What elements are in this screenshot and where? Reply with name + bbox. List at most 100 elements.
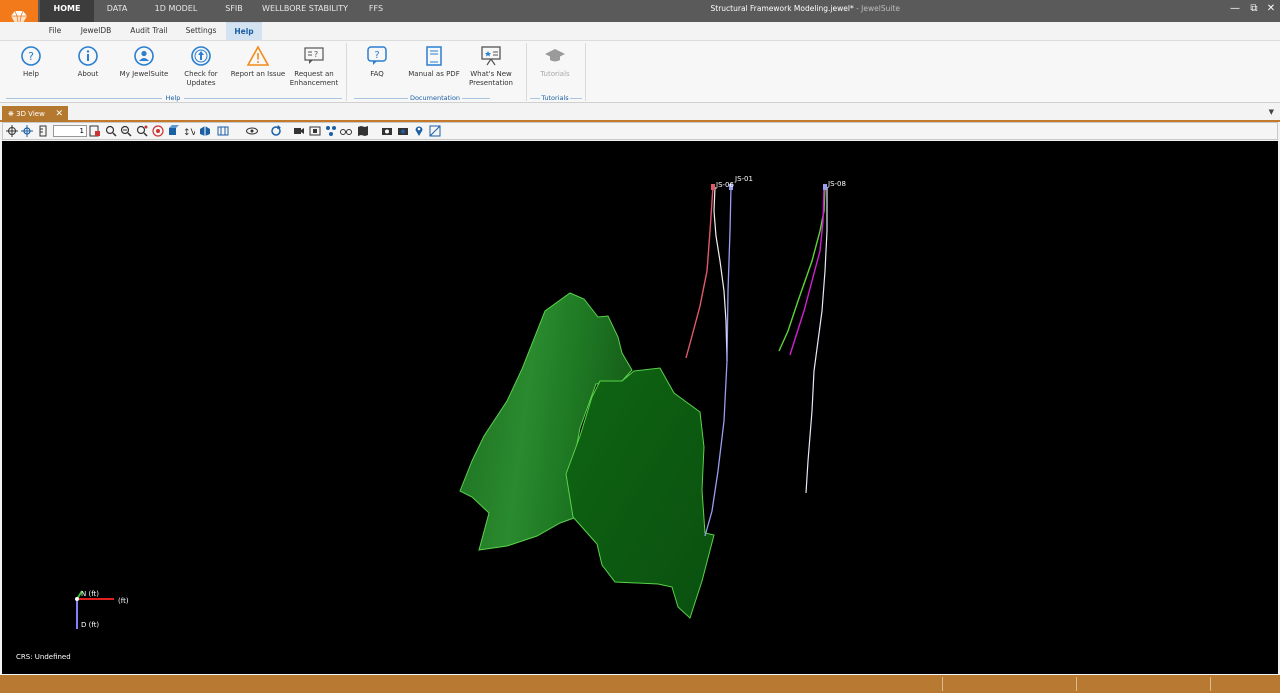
menu-tab-bar: File JewelDB Audit Trail Settings Help — [0, 22, 1280, 40]
well-trajectory-js06-red[interactable] — [685, 186, 714, 359]
help-group-line-right — [184, 98, 342, 99]
glasses-icon[interactable] — [340, 125, 352, 137]
presentation-board-icon — [481, 46, 501, 66]
help-circle-icon: ? — [21, 46, 41, 66]
3d-view-icon: ❋ — [8, 110, 14, 118]
restore-button[interactable]: ⧉ — [1245, 2, 1263, 18]
top-tab-sfib[interactable]: SFIB — [214, 0, 254, 22]
network-icon[interactable] — [325, 125, 337, 137]
well-trajectory-js08-white[interactable] — [805, 187, 828, 494]
svg-text:↕V: ↕V — [183, 128, 195, 137]
well-trajectory-js08-green[interactable] — [778, 186, 826, 352]
report-issue-button[interactable]: Report an Issue — [230, 45, 286, 79]
sub-tab-help[interactable]: Help — [226, 22, 262, 40]
whats-new-button[interactable]: What's New Presentation — [463, 45, 519, 88]
ruler-icon[interactable] — [37, 125, 49, 137]
check-for-updates-button[interactable]: Check for Updates — [173, 45, 229, 88]
close-window-button[interactable]: ✕ — [1262, 2, 1280, 18]
tab-list-dropdown-icon[interactable]: ▼ — [1269, 108, 1274, 116]
camera-settings-icon[interactable] — [397, 125, 409, 137]
sub-tab-jeweldb[interactable]: JewelDB — [76, 22, 116, 40]
export-view-icon[interactable] — [429, 125, 441, 137]
status-separator-3 — [1210, 677, 1211, 691]
help-button[interactable]: ? Help — [3, 45, 59, 79]
about-button[interactable]: About — [60, 45, 116, 79]
east-axis-label: (ft) — [118, 597, 129, 605]
crs-label: CRS: Undefined — [16, 653, 71, 661]
sub-tab-file[interactable]: File — [40, 22, 70, 40]
zoom-out-icon[interactable] — [120, 125, 132, 137]
top-tab-home[interactable]: HOME — [40, 0, 94, 22]
crosshair-icon[interactable] — [6, 125, 18, 137]
about-button-label: About — [77, 70, 99, 78]
sub-tab-audit-trail[interactable]: Audit Trail — [124, 22, 174, 40]
location-pin-icon[interactable] — [413, 125, 425, 137]
3d-scene[interactable]: JS-06 JS-01 JS-08 N (ft) (ft) D (ft) — [2, 141, 1278, 674]
view-orientation-icon[interactable] — [199, 125, 211, 137]
minimize-button[interactable]: — — [1226, 2, 1244, 18]
documentation-group-line-left — [354, 98, 408, 99]
camera-icon[interactable] — [381, 125, 393, 137]
help-group-label: Help — [165, 94, 181, 102]
well-trajectory-js06-white[interactable] — [713, 186, 728, 362]
eye-visibility-icon[interactable] — [246, 125, 258, 137]
title-bar: HOME DATA 1D MODEL SFIB WELLBORE STABILI… — [0, 0, 1280, 40]
zoom-input[interactable]: 1 — [53, 125, 87, 137]
target-icon[interactable] — [152, 125, 164, 137]
book-icon — [426, 46, 442, 66]
report-issue-label: Report an Issue — [230, 70, 286, 78]
documentation-group-line-right — [462, 98, 490, 99]
faq-button[interactable]: ? FAQ — [349, 45, 405, 79]
speech-bubble-icon: ? — [304, 47, 324, 64]
tutorials-group-label: Tutorials — [541, 94, 569, 102]
update-arrow-icon — [191, 46, 211, 66]
request-enhancement-button[interactable]: ? Request an Enhancement — [286, 45, 342, 88]
my-jewelsuite-button[interactable]: My JewelSuite — [116, 45, 172, 79]
rotate-view-icon[interactable] — [270, 125, 282, 137]
top-tab-wellbore-stability[interactable]: WELLBORE STABILITY — [260, 0, 350, 22]
well-head-js06[interactable] — [711, 184, 715, 190]
graduation-cap-icon — [545, 49, 565, 62]
axis-origin — [75, 597, 79, 601]
faq-label: FAQ — [370, 70, 384, 78]
well-label-js06: JS-06 — [715, 181, 734, 189]
svg-text:?: ? — [314, 50, 318, 59]
zoom-extents-icon[interactable] — [136, 125, 148, 137]
map-icon[interactable] — [357, 125, 369, 137]
grid-display-icon[interactable] — [217, 125, 229, 137]
zoom-in-icon[interactable] — [105, 125, 117, 137]
pan-target-icon[interactable] — [21, 125, 33, 137]
help-group-line-left — [6, 98, 162, 99]
sub-tab-settings[interactable]: Settings — [180, 22, 222, 40]
top-tab-1d-model[interactable]: 1D MODEL — [148, 0, 204, 22]
video-camera-icon[interactable] — [293, 125, 305, 137]
vertical-exaggeration-icon[interactable]: ↕V — [183, 125, 195, 137]
tutorials-button[interactable]: Tutorials — [527, 45, 583, 79]
info-circle-icon — [78, 46, 98, 66]
manual-pdf-label: Manual as PDF — [408, 70, 460, 78]
svg-text:?: ? — [28, 50, 34, 63]
check-for-updates-label: Check for Updates — [184, 70, 218, 87]
user-circle-icon — [134, 46, 154, 66]
manual-pdf-button[interactable]: Manual as PDF — [406, 45, 462, 79]
3d-viewport[interactable]: JS-06 JS-01 JS-08 N (ft) (ft) D (ft) CRS… — [2, 141, 1278, 674]
close-tab-icon[interactable]: ✕ — [55, 106, 63, 122]
top-tab-data[interactable]: DATA — [96, 0, 138, 22]
top-tab-ffs[interactable]: FFS — [358, 0, 394, 22]
well-label-js01: JS-01 — [734, 175, 753, 183]
frame-icon[interactable] — [89, 125, 101, 137]
north-axis-label: N (ft) — [81, 590, 99, 598]
cube-view-icon[interactable] — [167, 125, 179, 137]
document-tab-strip: ❋ 3D View ✕ ▼ — [0, 104, 1280, 122]
well-head-js08[interactable] — [823, 184, 827, 190]
tutorials-group-line-left — [530, 98, 540, 99]
warning-triangle-icon — [247, 45, 269, 66]
documentation-group-label: Documentation — [409, 94, 461, 102]
doc-tab-3d-view[interactable]: ❋ 3D View ✕ — [2, 106, 68, 122]
document-title: Structural Framework Modeling.jewel* — [710, 4, 854, 13]
doc-tab-label: 3D View — [16, 110, 45, 118]
film-icon[interactable] — [309, 125, 321, 137]
window-title: Structural Framework Modeling.jewel* - J… — [540, 4, 900, 13]
app-name: - JewelSuite — [853, 4, 900, 13]
ribbon: ? Help About My JewelSuite Check for Upd… — [0, 40, 1280, 103]
